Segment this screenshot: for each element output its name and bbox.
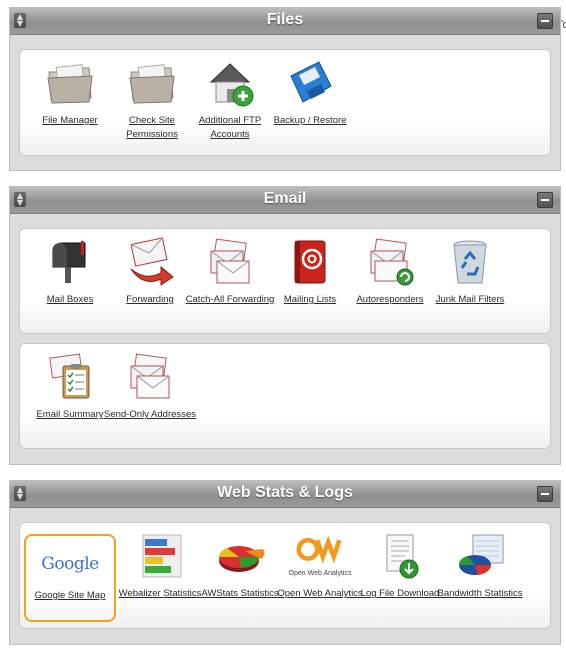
google-logo-icon: Google [36, 554, 104, 578]
envelopes-icon [130, 353, 170, 399]
files-collapse-button[interactable] [537, 13, 553, 29]
log-file-download-label[interactable]: Log File Download [354, 587, 446, 601]
webstats-panel-header: ▲ ▼ Web Stats & Logs [10, 481, 560, 508]
webstats-panel-title: Web Stats & Logs [217, 484, 353, 501]
email-icon-box-2: Email Summary Send-Only Addresses [19, 343, 551, 449]
envelopes-icon [210, 238, 250, 284]
envelope-autoreply-icon [370, 238, 414, 286]
webstats-panel: ▲ ▼ Web Stats & Logs Google Google Site M… [9, 480, 561, 645]
email-clipboard-icon [49, 353, 90, 399]
webalizer-statistics-label[interactable]: Webalizer Statistics [114, 587, 206, 601]
additional-ftp-accounts-label[interactable]: Additional FTP Accounts [184, 114, 276, 142]
email-panel-title: Email [263, 190, 307, 207]
autoresponders-label[interactable]: Autoresponders [344, 293, 436, 307]
owa-logo-text: Open Web Analytics [288, 570, 352, 577]
backup-restore-label[interactable]: Backup / Restore [264, 114, 356, 128]
folder-icon [47, 64, 93, 104]
address-book-icon [294, 240, 326, 284]
junk-mail-filters-label[interactable]: Junk Mail Filters [424, 293, 516, 307]
log-file-download-icon [386, 534, 419, 579]
email-panel-header: ▲ ▼ Email [10, 187, 560, 214]
google-site-map-label[interactable]: Google Site Map [20, 589, 120, 603]
mailbox-icon [52, 241, 86, 283]
recycle-bin-icon [453, 240, 487, 284]
files-panel: ▲ ▼ Files File Manager Check Site Permiss… [9, 7, 561, 171]
email-panel: ▲ ▼ Email Mail Boxes Forwarding Catch-Al… [9, 186, 561, 465]
webstats-collapse-button[interactable] [537, 486, 553, 502]
email-collapse-button[interactable] [537, 192, 553, 208]
files-icon-box: File Manager Check Site Permissions Addi… [19, 49, 551, 156]
bandwidth-chart-icon [458, 534, 504, 575]
mail-boxes-label[interactable]: Mail Boxes [24, 293, 116, 307]
email-icon-box-1: Mail Boxes Forwarding Catch-All Forwardi… [19, 228, 551, 334]
pie-chart-icon [218, 546, 265, 572]
forwarding-label[interactable]: Forwarding [104, 293, 196, 307]
send-only-addresses-label[interactable]: Send-Only Addresses [104, 408, 196, 422]
floppy-disk-icon [290, 61, 332, 103]
google-logo-text: Google [41, 554, 99, 574]
mailing-lists-label[interactable]: Mailing Lists [264, 293, 356, 307]
bar-chart-icon [142, 534, 182, 578]
house-add-icon [209, 63, 254, 107]
envelope-forward-icon [130, 237, 174, 286]
files-panel-title: Files [266, 11, 304, 28]
google-site-map-item[interactable]: Google Google Site Map [24, 534, 116, 622]
catch-all-forwarding-label[interactable]: Catch-All Forwarding [184, 293, 276, 307]
bandwidth-statistics-label[interactable]: Bandwidth Statistics [434, 587, 526, 601]
awstats-statistics-label[interactable]: AWStats Statistics [194, 587, 286, 601]
file-manager-label[interactable]: File Manager [24, 114, 116, 128]
email-summary-label[interactable]: Email Summary [24, 408, 116, 422]
folder-icon [129, 64, 175, 104]
files-panel-header: ▲ ▼ Files [10, 8, 560, 35]
open-web-analytics-label[interactable]: Open Web Analytics [274, 587, 366, 601]
webstats-icon-box: Google Google Site Map Webalizer Statist… [19, 522, 551, 629]
